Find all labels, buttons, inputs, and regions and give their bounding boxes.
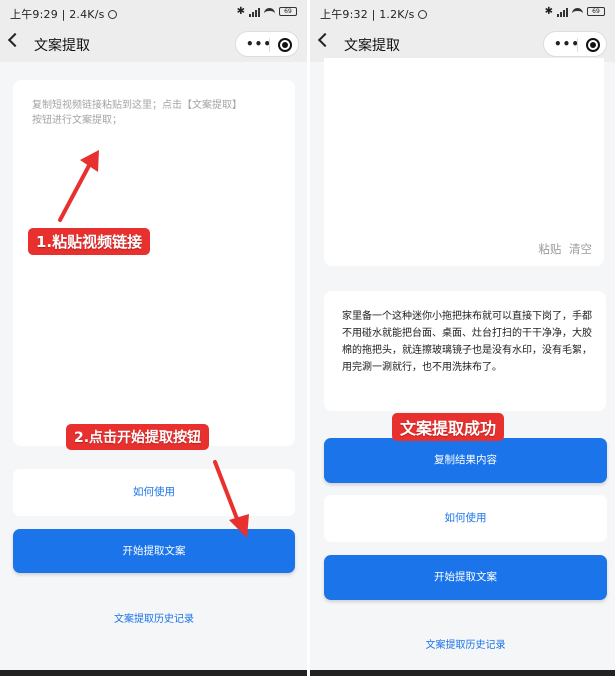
wifi-icon [572,7,583,16]
mini-program-capsule: ••• [543,31,607,57]
copy-result-button[interactable]: 复制结果内容 [324,438,607,483]
signal-icon [557,7,568,17]
clear-button[interactable]: 清空 [569,242,592,256]
bluetooth-icon: ✱ [544,6,553,17]
phone-screen-left: 上午9:29 | 2.4K/s ✱ 69 文案提取 ••• 复制短视频链接粘贴到… [0,0,307,676]
battery-icon: 69 [279,7,297,16]
target-close-icon[interactable] [278,38,292,52]
link-input-card[interactable]: 粘贴 清空 [324,58,604,266]
back-chevron-icon[interactable] [7,32,23,48]
page-title: 文案提取 [344,38,400,54]
history-link[interactable]: 文案提取历史记录 [13,610,295,625]
nav-bar: 文案提取 ••• [310,26,615,62]
home-indicator [310,670,615,676]
signal-icon [249,7,260,17]
bluetooth-icon: ✱ [236,6,245,17]
result-text: 家里备一个这种迷你小拖把抹布就可以直接下岗了，手都不用碰水就能把台面、桌面、灶台… [342,311,592,373]
arrow-icon [213,460,249,538]
mini-program-capsule: ••• [235,31,299,57]
result-card: 家里备一个这种迷你小拖把抹布就可以直接下岗了，手都不用碰水就能把台面、桌面、灶台… [324,291,606,411]
history-link[interactable]: 文案提取历史记录 [324,636,607,651]
paste-button[interactable]: 粘贴 [538,242,561,256]
status-time: 上午9:29 | 2.4K/s [10,6,117,22]
alarm-icon [107,10,117,19]
how-to-use-button[interactable]: 如何使用 [324,495,607,542]
start-extract-button[interactable]: 开始提取文案 [324,555,607,600]
link-input-card[interactable]: 复制短视频链接粘贴到这里；点击【文案提取】 按钮进行文案提取； [13,80,295,446]
page-title: 文案提取 [34,38,90,54]
alarm-icon [417,10,427,19]
arrow-icon [58,150,99,222]
link-input-placeholder: 复制短视频链接粘贴到这里；点击【文案提取】 按钮进行文案提取； [32,100,242,126]
annotation-paste-link: 1.粘贴视频链接 [28,228,151,255]
battery-icon: 69 [587,7,605,16]
target-close-icon[interactable] [586,38,600,52]
home-indicator [0,670,307,676]
nav-bar: 文案提取 ••• [0,26,307,62]
phone-screen-right: 上午9:32 | 1.2K/s ✱ 69 文案提取 ••• 粘贴 清空 家里备一… [310,0,615,676]
annotation-click-start: 2.点击开始提取按钮 [66,424,210,450]
status-bar: 上午9:29 | 2.4K/s ✱ 69 [0,0,307,26]
status-time: 上午9:32 | 1.2K/s [320,6,427,22]
back-chevron-icon[interactable] [317,32,333,48]
annotation-extract-success: 文案提取成功 [392,413,505,441]
wifi-icon [264,7,275,16]
status-bar: 上午9:32 | 1.2K/s ✱ 69 [310,0,615,26]
